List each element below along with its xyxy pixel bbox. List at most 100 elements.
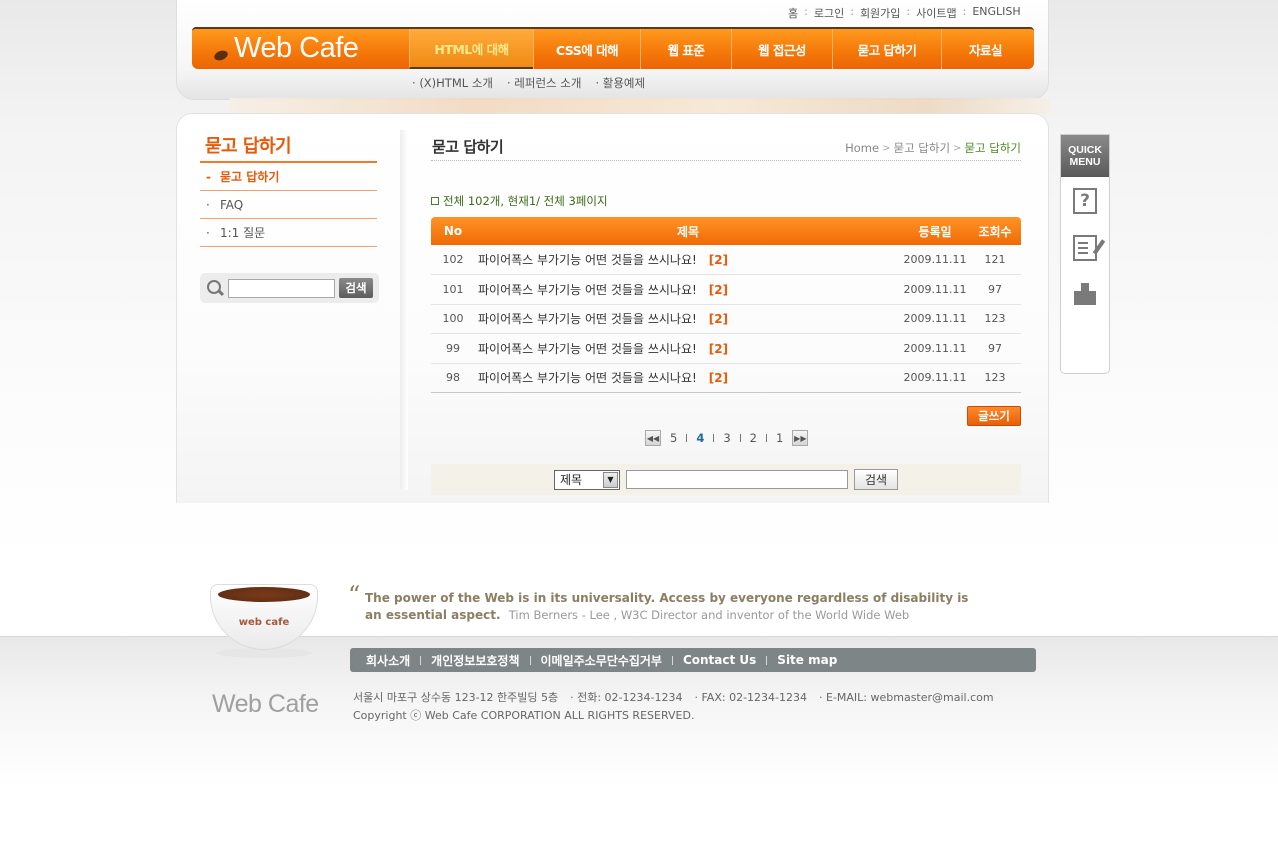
- sidebar-item-bullet: ·: [206, 198, 210, 212]
- footer-nav-separator: [529, 655, 531, 665]
- page-number[interactable]: 3: [720, 431, 733, 445]
- sidebar-item[interactable]: - 묻고 답하기: [200, 163, 377, 191]
- site-logo[interactable]: Web Cafe: [212, 32, 359, 65]
- footer-nav-separator: [671, 655, 673, 665]
- utility-link[interactable]: 사이트맵: [916, 5, 956, 21]
- board-table: No 제목 등록일 조회수 102 파이어폭스 부가기능 어떤 것들을 쓰시나요!…: [431, 217, 1021, 393]
- quick-menu-help[interactable]: ?: [1061, 177, 1109, 224]
- page-number[interactable]: 2: [747, 431, 760, 445]
- row-comment-count[interactable]: [2]: [709, 283, 728, 297]
- gnb-item[interactable]: CSS에 대해: [533, 29, 640, 69]
- footer-nav-link[interactable]: 회사소개: [366, 652, 410, 669]
- footer-info: 서울시 마포구 상수동 123-12 한주빌딩 5층 · 전화: 02-1234…: [353, 689, 994, 725]
- row-title-link[interactable]: 파이어폭스 부가기능 어떤 것들을 쓰시나요!: [478, 283, 697, 297]
- sidebar-item[interactable]: · 1:1 질문: [200, 219, 377, 247]
- row-comment-count[interactable]: [2]: [709, 371, 728, 385]
- sub-menu-item[interactable]: · (X)HTML 소개: [412, 75, 493, 91]
- board-summary: 전체 102개, 현재1/ 전체 3페이지: [431, 193, 608, 209]
- cup-label: web cafe: [238, 617, 290, 628]
- page-number[interactable]: 1: [773, 431, 786, 445]
- quote-author: Tim Berners - Lee , W3C Director and inv…: [508, 608, 910, 622]
- gnb-item[interactable]: 웹 표준: [640, 29, 731, 69]
- global-navigation: Web Cafe HTML에 대해 CSS에 대해 웹 표준 웹 접근성 묻고 답하기 자…: [192, 27, 1034, 69]
- board-search-input[interactable]: [626, 470, 848, 489]
- box-icon: [1073, 282, 1097, 308]
- sidebar-search-button[interactable]: 검색: [339, 278, 373, 298]
- row-comment-count[interactable]: [2]: [709, 312, 728, 326]
- utility-link[interactable]: ENGLISH: [972, 5, 1020, 21]
- search-icon: [206, 279, 224, 297]
- search-field-select[interactable]: 제목 ▼: [554, 469, 620, 490]
- breadcrumb-home[interactable]: Home: [845, 141, 879, 155]
- row-date: 2009.11.11: [901, 304, 969, 334]
- footer-nav-link[interactable]: 이메일주소무단수집거부: [541, 652, 662, 669]
- column-header-date: 등록일: [901, 217, 969, 245]
- header-flower-band: [230, 98, 1050, 114]
- utility-link[interactable]: 회원가입: [860, 5, 900, 21]
- footer-nav-separator: [420, 655, 422, 665]
- row-number: 98: [431, 363, 475, 393]
- sidebar-item-label: 묻고 답하기: [220, 170, 280, 184]
- utility-link[interactable]: 로그인: [814, 5, 844, 21]
- breadcrumb-section[interactable]: 묻고 답하기: [893, 140, 950, 156]
- board-header-row: No 제목 등록일 조회수: [431, 217, 1021, 245]
- row-number: 102: [431, 245, 475, 275]
- row-hits: 123: [969, 363, 1021, 393]
- page-number[interactable]: 5: [667, 431, 680, 445]
- breadcrumb: Home > 묻고 답하기 > 묻고 답하기: [845, 140, 1021, 156]
- site-logo-text: Web Cafe: [234, 32, 359, 64]
- sidebar-menu: - 묻고 답하기 · FAQ · 1:1 질문: [200, 161, 377, 247]
- gnb-item[interactable]: 묻고 답하기: [832, 29, 941, 69]
- row-hits: 121: [969, 245, 1021, 275]
- footer-nav-link[interactable]: Contact Us: [683, 653, 756, 667]
- page-number[interactable]: 4: [693, 431, 707, 445]
- breadcrumb-current: 묻고 답하기: [964, 141, 1021, 155]
- title-divider: [431, 160, 1021, 161]
- footer-nav-link[interactable]: 개인정보보호정책: [431, 652, 519, 669]
- row-hits: 97: [969, 333, 1021, 364]
- chevron-right-icon: >: [953, 142, 962, 154]
- utility-separator: :: [804, 5, 808, 18]
- row-title-link[interactable]: 파이어폭스 부가기능 어떤 것들을 쓰시나요!: [478, 312, 697, 326]
- page-title: 묻고 답하기: [432, 138, 504, 156]
- gnb-item[interactable]: HTML에 대해: [409, 29, 533, 69]
- row-title-cell: 파이어폭스 부가기능 어떤 것들을 쓰시나요! [2]: [475, 333, 901, 364]
- write-button[interactable]: 글쓰기: [967, 406, 1021, 426]
- gnb-item[interactable]: 웹 접근성: [731, 29, 832, 69]
- row-date: 2009.11.11: [901, 245, 969, 275]
- row-title-cell: 파이어폭스 부가기능 어떤 것들을 쓰시나요! [2]: [475, 304, 901, 334]
- row-title-link[interactable]: 파이어폭스 부가기능 어떤 것들을 쓰시나요!: [478, 342, 697, 356]
- row-title-link[interactable]: 파이어폭스 부가기능 어떤 것들을 쓰시나요!: [478, 253, 697, 267]
- gnb-item[interactable]: 자료실: [941, 29, 1029, 69]
- search-field-select-value: 제목: [560, 472, 583, 487]
- previous-page-icon[interactable]: ◀◀: [645, 430, 661, 446]
- sub-menu-item[interactable]: · 레퍼런스 소개: [507, 75, 581, 91]
- footer-quote: “ The power of the Web is in its univers…: [348, 583, 988, 624]
- sub-menu-label: 레퍼런스 소개: [514, 76, 582, 90]
- sidebar-item[interactable]: · FAQ: [200, 191, 377, 219]
- row-date: 2009.11.11: [901, 363, 969, 393]
- cup-coffee: [218, 587, 310, 602]
- footer-nav-link[interactable]: Site map: [777, 653, 837, 667]
- row-title-link[interactable]: 파이어폭스 부가기능 어떤 것들을 쓰시나요!: [478, 371, 697, 385]
- quick-menu-board[interactable]: [1061, 318, 1109, 365]
- sidebar-item-bullet: ·: [206, 226, 210, 240]
- row-number: 99: [431, 333, 475, 364]
- quick-menu-write[interactable]: [1061, 224, 1109, 271]
- board-search-button[interactable]: 검색: [854, 469, 898, 490]
- quick-menu-box[interactable]: [1061, 271, 1109, 318]
- board-search: 제목 ▼ 검색: [431, 464, 1021, 495]
- table-row: 101 파이어폭스 부가기능 어떤 것들을 쓰시나요! [2] 2009.11.11 9…: [431, 274, 1021, 305]
- row-hits: 123: [969, 304, 1021, 334]
- coffee-bean-icon: [212, 48, 230, 63]
- footer-navigation: 회사소개 개인정보보호정책 이메일주소무단수집거부 Contact Us Site ma…: [350, 648, 1036, 672]
- footer-logo: Web Cafe: [212, 690, 319, 718]
- utility-link[interactable]: 홈: [788, 5, 798, 21]
- row-comment-count[interactable]: [2]: [709, 253, 728, 267]
- quick-menu-title-line1: QUICK: [1068, 144, 1102, 156]
- sidebar-search-input[interactable]: [228, 278, 335, 298]
- sub-menu-item[interactable]: · 활용예제: [595, 75, 645, 91]
- row-comment-count[interactable]: [2]: [709, 342, 728, 356]
- next-page-icon[interactable]: ▶▶: [792, 430, 809, 446]
- help-icon: ?: [1073, 187, 1097, 214]
